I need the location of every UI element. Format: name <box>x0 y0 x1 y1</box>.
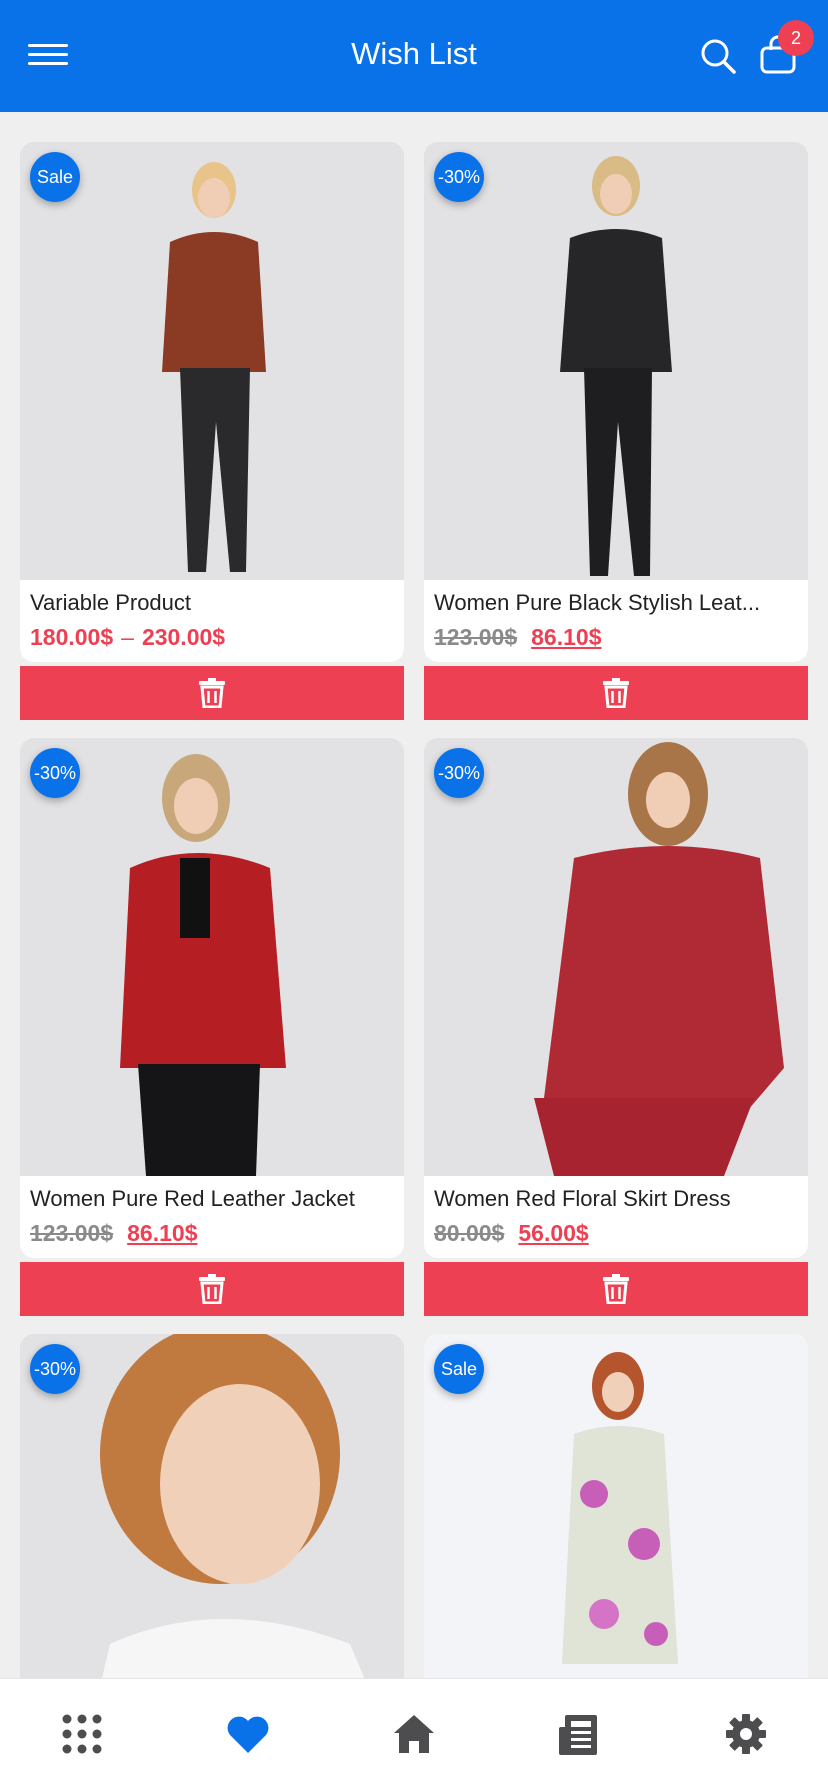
price-separator: – <box>121 624 134 650</box>
old-price: 123.00$ <box>30 1220 114 1246</box>
cart-count-badge: 2 <box>778 20 814 56</box>
price-min: 180.00$ <box>30 624 114 650</box>
app-bar: Wish List 2 <box>0 0 828 112</box>
home-icon <box>394 1715 434 1753</box>
grid-icon <box>62 1714 102 1754</box>
product-image[interactable]: Sale <box>20 142 404 580</box>
old-price: 123.00$ <box>434 624 518 650</box>
nav-news[interactable] <box>555 1709 605 1759</box>
discount-badge: -30% <box>30 748 80 798</box>
product-name[interactable]: Women Red Floral Skirt Dress <box>434 1186 798 1212</box>
discount-badge: -30% <box>30 1344 80 1394</box>
product-image[interactable]: -30% <box>424 142 808 580</box>
news-icon <box>559 1715 597 1755</box>
heart-icon <box>227 1716 269 1753</box>
product-image[interactable]: -30% <box>424 738 808 1176</box>
nav-categories[interactable] <box>57 1709 107 1759</box>
product-image[interactable]: -30% <box>20 738 404 1176</box>
trash-icon <box>603 1274 629 1304</box>
sale-price: 56.00$ <box>518 1220 589 1246</box>
price-max: 230.00$ <box>141 624 226 650</box>
product-name[interactable]: Women Pure Black Stylish Leat... <box>434 590 798 616</box>
bottom-navigation <box>0 1678 828 1792</box>
nav-home[interactable] <box>389 1709 439 1759</box>
sale-price: 86.10$ <box>127 1220 198 1246</box>
nav-settings[interactable] <box>721 1709 771 1759</box>
product-name[interactable]: Variable Product <box>30 590 394 616</box>
gear-icon <box>726 1714 766 1754</box>
product-card[interactable]: -30% Women Pure Red Leather Jacket 123.0… <box>20 738 404 1316</box>
product-name[interactable]: Women Pure Red Leather Jacket <box>30 1186 394 1212</box>
wishlist-grid: Sale Variable Product 180.00$ –230.00$ -… <box>0 112 828 1678</box>
trash-icon <box>199 678 225 708</box>
search-icon <box>701 39 736 74</box>
remove-from-wishlist-button[interactable] <box>20 1262 404 1316</box>
sale-badge: Sale <box>434 1344 484 1394</box>
search-button[interactable] <box>698 36 738 76</box>
old-price: 80.00$ <box>434 1220 505 1246</box>
discount-badge: -30% <box>434 152 484 202</box>
sale-badge: Sale <box>30 152 80 202</box>
price-range: 180.00$ –230.00$ <box>30 624 394 651</box>
remove-from-wishlist-button[interactable] <box>424 1262 808 1316</box>
remove-from-wishlist-button[interactable] <box>424 666 808 720</box>
trash-icon <box>603 678 629 708</box>
product-image[interactable]: -30% <box>20 1334 404 1678</box>
product-card[interactable]: -30% Women Pure Black Stylish Leat... 12… <box>424 142 808 720</box>
product-card[interactable]: Sale <box>424 1334 808 1678</box>
sale-price: 86.10$ <box>531 624 602 650</box>
product-card[interactable]: Sale Variable Product 180.00$ –230.00$ <box>20 142 404 720</box>
trash-icon <box>199 1274 225 1304</box>
remove-from-wishlist-button[interactable] <box>20 666 404 720</box>
product-card[interactable]: -30% Women Red Floral Skirt Dress 80.00$… <box>424 738 808 1316</box>
discount-badge: -30% <box>434 748 484 798</box>
product-card[interactable]: -30% <box>20 1334 404 1678</box>
nav-wishlist[interactable] <box>223 1709 273 1759</box>
product-image[interactable]: Sale <box>424 1334 808 1678</box>
